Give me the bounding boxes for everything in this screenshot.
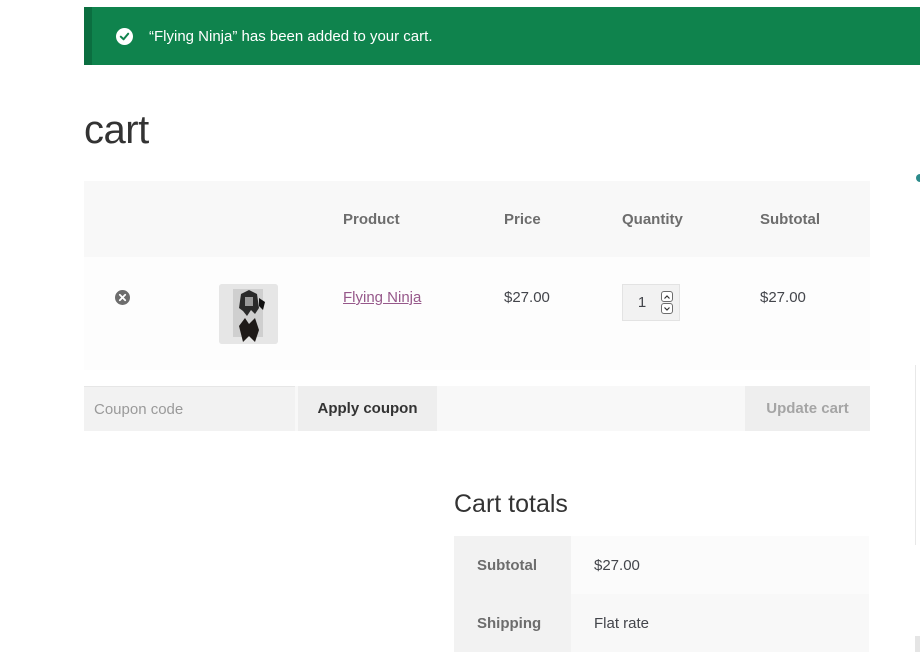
page-title: cart (84, 108, 149, 152)
column-header-subtotal: Subtotal (760, 211, 820, 228)
quantity-value[interactable]: 1 (623, 294, 661, 311)
item-subtotal: $27.00 (760, 289, 806, 306)
sidebar-edge (915, 365, 920, 545)
cart-item-row: Flying Ninja $27.00 1 $27.00 (84, 257, 870, 370)
cart-table: Product Price Quantity Subtotal Flying N… (84, 181, 870, 370)
product-link[interactable]: Flying Ninja (343, 289, 421, 306)
column-header-quantity: Quantity (622, 211, 683, 228)
totals-label-subtotal: Subtotal (454, 536, 571, 594)
cart-actions: Apply coupon Update cart (84, 386, 870, 431)
apply-coupon-button[interactable]: Apply coupon (298, 386, 437, 431)
success-notice: “Flying Ninja” has been added to your ca… (84, 7, 920, 65)
totals-value-shipping: Flat rate (571, 594, 869, 652)
totals-row-shipping: Shipping Flat rate (454, 594, 869, 652)
notice-message: “Flying Ninja” has been added to your ca… (149, 27, 433, 45)
column-header-price: Price (504, 211, 541, 228)
remove-item-icon[interactable] (115, 290, 130, 305)
chevron-down-icon[interactable] (661, 303, 673, 314)
item-price: $27.00 (504, 289, 550, 306)
update-cart-button[interactable]: Update cart (745, 386, 870, 431)
quantity-spinner[interactable] (661, 291, 673, 314)
poster-thumbnail[interactable] (219, 284, 278, 344)
edge-widget-icon (915, 168, 920, 190)
column-header-product: Product (343, 211, 400, 228)
coupon-code-input[interactable] (84, 386, 295, 431)
totals-label-shipping: Shipping (454, 594, 571, 652)
totals-row-subtotal: Subtotal $27.00 (454, 536, 869, 594)
totals-value-subtotal: $27.00 (571, 536, 869, 594)
cart-totals-table: Subtotal $27.00 Shipping Flat rate (454, 536, 869, 652)
sidebar-edge-thumb (915, 636, 920, 652)
cart-totals-title: Cart totals (454, 490, 568, 518)
chevron-up-icon[interactable] (661, 291, 673, 302)
check-circle-icon (116, 27, 133, 45)
quantity-stepper[interactable]: 1 (622, 284, 680, 321)
cart-table-header: Product Price Quantity Subtotal (84, 181, 870, 257)
